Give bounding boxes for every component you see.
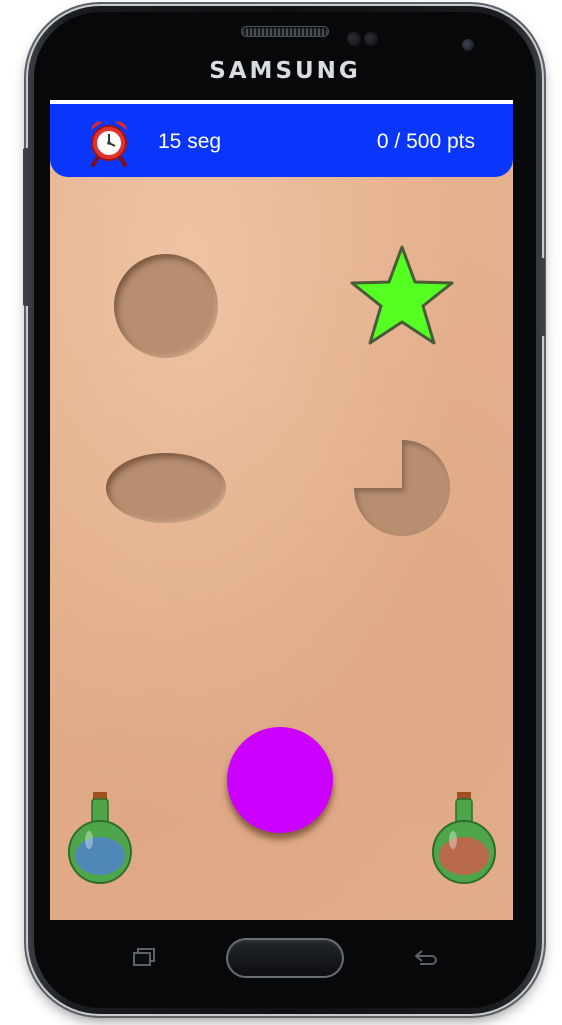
potion-left[interactable]: [66, 790, 134, 886]
power-button: [540, 258, 545, 336]
pacman-slot: [354, 440, 450, 536]
ellipse-slot: [106, 453, 226, 523]
potion-right[interactable]: [430, 790, 498, 886]
earpiece-speaker: [242, 27, 328, 36]
draggable-ball[interactable]: [227, 727, 333, 833]
alarm-clock-icon: [91, 121, 127, 167]
game-screen: 15 seg 0 / 500 pts: [50, 100, 513, 920]
proximity-sensor: [347, 32, 361, 46]
circle-slot: [114, 254, 218, 358]
front-camera-icon: [462, 39, 474, 51]
timer-label: 15 seg: [158, 130, 222, 153]
brand-logo: SAMSUNG: [209, 58, 361, 84]
game-header: 15 seg 0 / 500 pts: [50, 104, 513, 177]
home-button[interactable]: [228, 940, 342, 976]
score-label: 0 / 500 pts: [376, 130, 475, 153]
star-piece[interactable]: [348, 243, 456, 347]
recent-apps-icon[interactable]: [132, 948, 156, 966]
back-arrow-icon[interactable]: [412, 948, 440, 968]
light-sensor: [364, 32, 378, 46]
volume-button: [23, 148, 29, 306]
